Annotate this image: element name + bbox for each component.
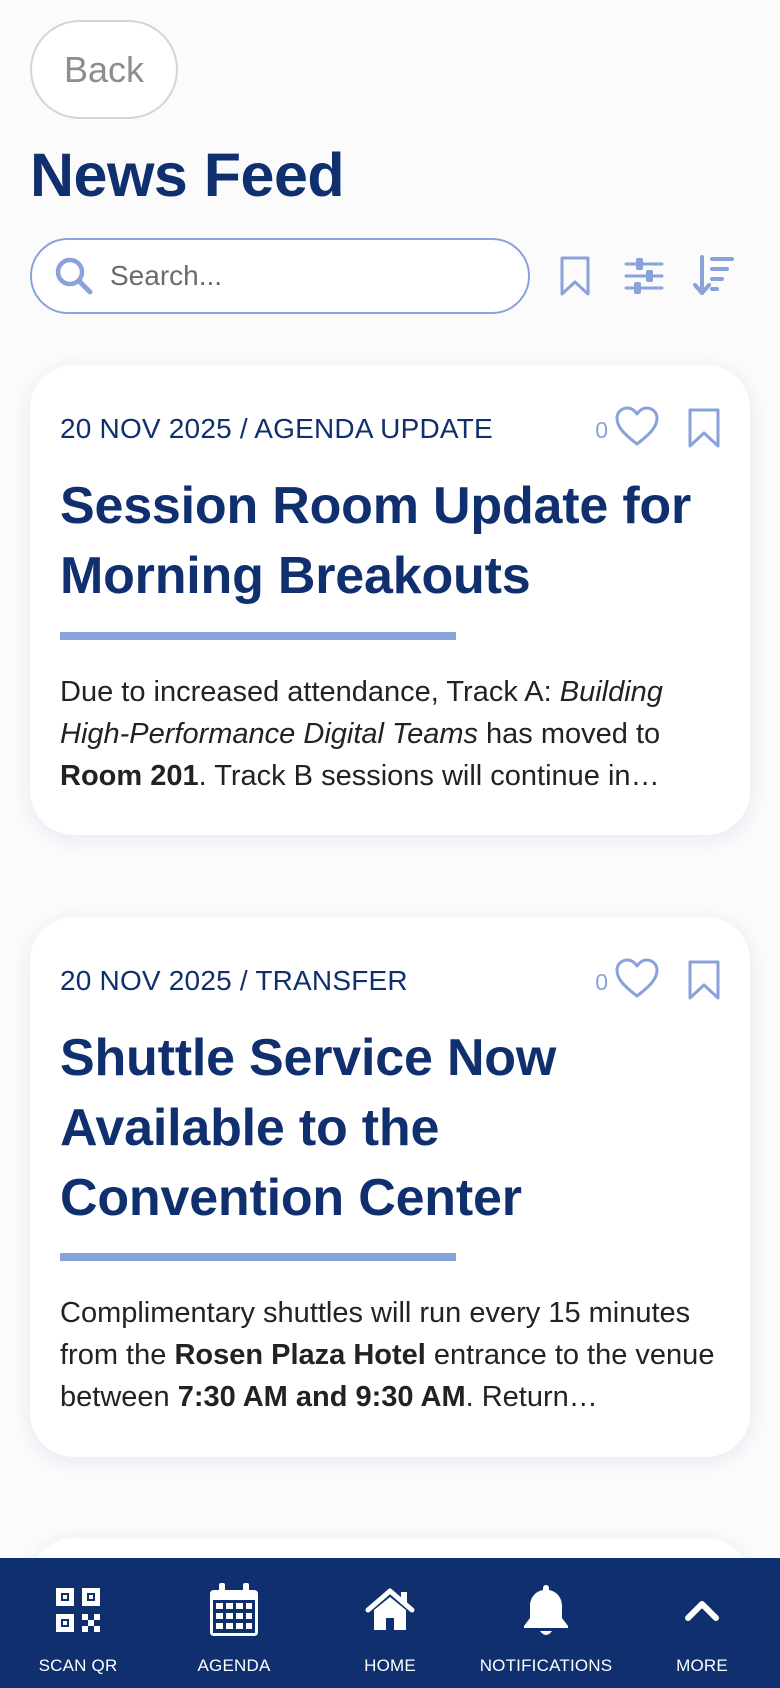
title-divider — [60, 632, 456, 640]
nav-label: SCAN QR — [38, 1656, 118, 1675]
search-bar[interactable] — [30, 238, 530, 314]
post-title[interactable]: Shuttle Service Now Available to the Con… — [60, 1023, 720, 1233]
post-meta: 20 NOV 2025 / TRANSFER — [60, 965, 408, 996]
news-card[interactable]: 20 NOV 2025 / AGENDA UPDATE 0 Session Ro… — [30, 365, 750, 835]
nav-more[interactable]: MORE — [624, 1558, 780, 1688]
news-card[interactable]: 20 NOV 2025 / TRANSFER 0 Shuttle Service… — [30, 917, 750, 1457]
post-meta: 20 NOV 2025 / AGENDA UPDATE — [60, 413, 493, 444]
bookmark-icon[interactable] — [553, 254, 597, 298]
nav-label: MORE — [676, 1656, 728, 1675]
qr-code-icon — [56, 1588, 100, 1632]
post-excerpt: Complimentary shuttles will run every 15… — [60, 1297, 715, 1413]
heart-icon[interactable] — [614, 405, 660, 447]
page-title: News Feed — [30, 141, 345, 209]
like-count: 0 — [595, 969, 608, 995]
bookmark-icon[interactable] — [686, 407, 722, 449]
post-title[interactable]: Session Room Update for Morning Breakout… — [60, 471, 720, 611]
post-excerpt: Due to increased attendance, Track A: Bu… — [60, 676, 663, 792]
nav-label: NOTIFICATIONS — [479, 1656, 613, 1675]
home-icon — [365, 1588, 415, 1630]
chevron-up-icon — [685, 1601, 719, 1621]
search-input[interactable] — [110, 260, 490, 292]
nav-home[interactable]: HOME — [312, 1558, 468, 1688]
heart-icon[interactable] — [614, 957, 660, 999]
nav-label: HOME — [364, 1656, 416, 1675]
bell-icon — [524, 1585, 568, 1635]
like-count: 0 — [595, 417, 608, 443]
search-icon — [55, 257, 93, 295]
nav-scan-qr[interactable]: SCAN QR — [0, 1558, 156, 1688]
bookmark-icon[interactable] — [686, 959, 722, 1001]
title-divider — [60, 1253, 456, 1261]
nav-label: AGENDA — [197, 1656, 271, 1675]
bottom-nav: SCAN QR AGENDA HOME NOTIFICATIONS MORE — [0, 1558, 780, 1688]
nav-agenda[interactable]: AGENDA — [156, 1558, 312, 1688]
calendar-icon — [210, 1583, 258, 1636]
sort-icon[interactable] — [692, 254, 736, 298]
back-button[interactable]: Back — [30, 20, 178, 119]
filter-sliders-icon[interactable] — [622, 254, 666, 298]
nav-notifications[interactable]: NOTIFICATIONS — [468, 1558, 624, 1688]
